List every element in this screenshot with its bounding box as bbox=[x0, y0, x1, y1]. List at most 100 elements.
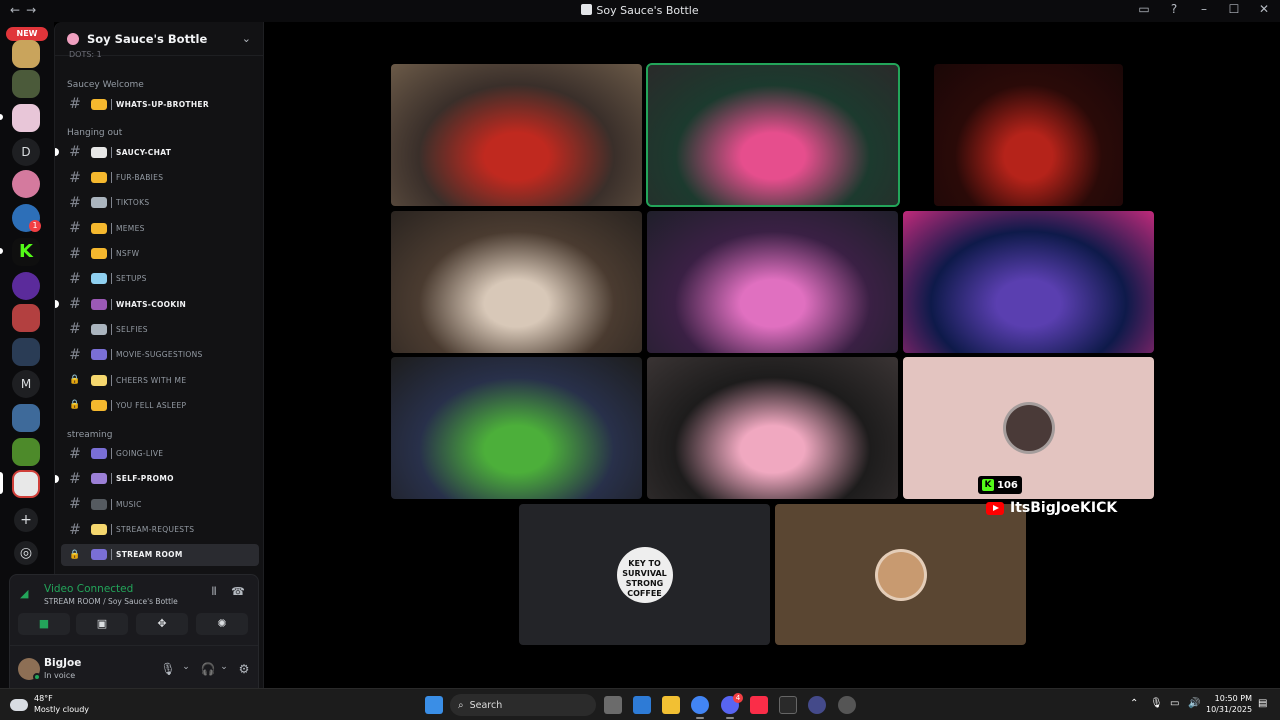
channel-self-promo[interactable]: # SELF-PROMO bbox=[55, 468, 259, 490]
participant-tile[interactable] bbox=[775, 504, 1026, 645]
chevron-up-icon[interactable]: ⌃ bbox=[1130, 698, 1138, 709]
clock[interactable]: 10:50 PM 10/31/2025 bbox=[1206, 693, 1252, 715]
server-icon-12[interactable] bbox=[12, 404, 40, 432]
online-status-dot bbox=[33, 673, 41, 681]
separator bbox=[111, 473, 112, 485]
headphones-icon[interactable]: 🎧 bbox=[200, 662, 216, 676]
hashtag-icon: # bbox=[69, 220, 81, 237]
video-tile[interactable] bbox=[934, 64, 1123, 206]
chevron-down-icon[interactable]: ⌄ bbox=[242, 32, 251, 45]
server-icon-2[interactable] bbox=[12, 70, 40, 98]
chevron-down-icon[interactable]: ⌄ bbox=[178, 662, 194, 672]
server-icon-8[interactable] bbox=[12, 272, 40, 300]
channel-going-live[interactable]: # GOING-LIVE bbox=[61, 443, 259, 465]
video-tile[interactable] bbox=[391, 64, 642, 206]
store-icon[interactable] bbox=[633, 696, 651, 714]
server-icon-13[interactable] bbox=[12, 438, 40, 466]
soundboard-button[interactable]: ✺ bbox=[196, 613, 248, 635]
voice-location[interactable]: STREAM ROOM / Soy Sauce's Bottle bbox=[44, 597, 178, 606]
channel-emoji-icon bbox=[91, 448, 107, 460]
category-header[interactable]: Saucey Welcome bbox=[67, 80, 144, 90]
screen-share-button[interactable]: ▣ bbox=[76, 613, 128, 635]
server-icon-10[interactable] bbox=[12, 338, 40, 366]
channel-memes[interactable]: # MEMES bbox=[61, 217, 259, 239]
server-icon-9[interactable] bbox=[12, 304, 40, 332]
channel-whats-up-brother[interactable]: # WHATS-UP-BROTHER bbox=[61, 93, 259, 115]
task-view-icon[interactable] bbox=[604, 696, 622, 714]
unread-pill bbox=[0, 114, 3, 120]
title-bar: ←→ Soy Sauce's Bottle ▭ ? – ☐ ✕ bbox=[0, 0, 1280, 22]
kick-server-icon[interactable]: K bbox=[12, 238, 40, 266]
server-icon-5[interactable] bbox=[12, 170, 40, 198]
channel-movie-suggestions[interactable]: # MOVIE-SUGGESTIONS bbox=[61, 344, 259, 366]
channel-fur-babies[interactable]: # FUR-BABIES bbox=[61, 167, 259, 189]
channel-setups[interactable]: # SETUPS bbox=[61, 268, 259, 290]
channel-you-fell-asleep[interactable]: 🔒 YOU FELL ASLEEP bbox=[61, 394, 259, 416]
start-windows-icon[interactable] bbox=[425, 696, 443, 714]
epic-games-icon[interactable] bbox=[779, 696, 797, 714]
taskbar-search[interactable]: ⌕ Search bbox=[450, 694, 596, 716]
channel-cheers-with-me[interactable]: 🔒 CHEERS WITH ME bbox=[61, 369, 259, 391]
chevron-down-icon[interactable]: ⌄ bbox=[216, 662, 232, 672]
chrome-icon[interactable] bbox=[691, 696, 709, 714]
maximize-icon[interactable]: ☐ bbox=[1226, 2, 1242, 16]
channel-stream-room[interactable]: 🔒 STREAM ROOM bbox=[61, 543, 259, 566]
server-icon-d[interactable]: D bbox=[12, 138, 40, 166]
running-indicator bbox=[726, 717, 734, 719]
hashtag-icon: # bbox=[69, 245, 81, 262]
server-icon-3[interactable] bbox=[12, 104, 40, 132]
help-icon[interactable]: ? bbox=[1166, 2, 1182, 16]
username[interactable]: BigJoe bbox=[44, 657, 81, 669]
add-server-icon[interactable]: + bbox=[14, 508, 38, 532]
channel-whats-cookin[interactable]: # WHATS-COOKIN bbox=[55, 293, 259, 315]
server-icon-m[interactable]: M bbox=[12, 370, 40, 398]
channel-saucy-chat[interactable]: # SAUCY-CHAT bbox=[55, 141, 259, 163]
video-tile[interactable] bbox=[391, 357, 642, 499]
close-icon[interactable]: ✕ bbox=[1256, 2, 1272, 16]
inbox-icon[interactable]: ▭ bbox=[1136, 2, 1152, 16]
channel-selfies[interactable]: # SELFIES bbox=[61, 318, 259, 340]
video-tile[interactable] bbox=[647, 211, 898, 353]
search-icon: ⌕ bbox=[458, 699, 464, 711]
channel-label: CHEERS WITH ME bbox=[116, 375, 187, 385]
participant-tile[interactable] bbox=[903, 357, 1154, 499]
channel-emoji-icon bbox=[91, 323, 107, 335]
activities-button[interactable]: ✥ bbox=[136, 613, 188, 635]
channel-label: SELF-PROMO bbox=[116, 474, 174, 484]
microphone-icon[interactable]: 🎙 bbox=[1150, 698, 1163, 709]
category-header[interactable]: Hanging out bbox=[67, 128, 122, 138]
channel-tiktoks[interactable]: # TIKTOKS bbox=[61, 192, 259, 214]
hashtag-icon: # bbox=[69, 96, 81, 112]
video-tile[interactable] bbox=[646, 63, 900, 207]
avatar[interactable] bbox=[18, 658, 41, 681]
minimize-icon[interactable]: – bbox=[1196, 2, 1212, 16]
network-icon[interactable]: ▭ bbox=[1170, 698, 1179, 709]
microphone-icon[interactable]: 🎙 bbox=[160, 662, 176, 676]
participant-tile[interactable]: KEY TO SURVIVAL STRONG COFFEE bbox=[519, 504, 770, 645]
noise-suppression-icon[interactable]: ⦀ bbox=[206, 585, 222, 599]
signal-icon[interactable]: ◢ bbox=[20, 587, 34, 601]
voice-status[interactable]: Video Connected bbox=[44, 583, 133, 595]
disconnect-icon[interactable]: ☎ bbox=[230, 585, 246, 598]
settings-gear-icon[interactable]: ⚙ bbox=[236, 662, 252, 676]
discover-icon[interactable]: ◎ bbox=[14, 541, 38, 565]
app-icon[interactable] bbox=[808, 696, 826, 714]
channel-stream-requests[interactable]: # STREAM-REQUESTS bbox=[61, 519, 259, 541]
server-icon-active[interactable] bbox=[12, 470, 40, 498]
video-tile[interactable] bbox=[903, 211, 1154, 353]
file-explorer-icon[interactable] bbox=[662, 696, 680, 714]
video-tile[interactable] bbox=[391, 211, 642, 353]
obs-icon[interactable] bbox=[838, 696, 856, 714]
volume-icon[interactable]: 🔊 bbox=[1188, 698, 1200, 709]
kick-logo-icon: K bbox=[982, 479, 994, 491]
category-header[interactable]: streaming bbox=[67, 430, 112, 440]
camera-button[interactable]: ■ bbox=[18, 613, 70, 635]
channel-label: MEMES bbox=[116, 223, 145, 233]
channel-nsfw[interactable]: # NSFW bbox=[61, 243, 259, 265]
channel-music[interactable]: # MUSIC bbox=[61, 493, 259, 515]
server-icon-1[interactable] bbox=[12, 40, 40, 68]
music-icon[interactable] bbox=[750, 696, 768, 714]
notification-icon[interactable]: ▤ bbox=[1258, 698, 1267, 709]
weather-widget[interactable]: 48°F Mostly cloudy bbox=[7, 694, 89, 715]
video-tile[interactable] bbox=[647, 357, 898, 499]
